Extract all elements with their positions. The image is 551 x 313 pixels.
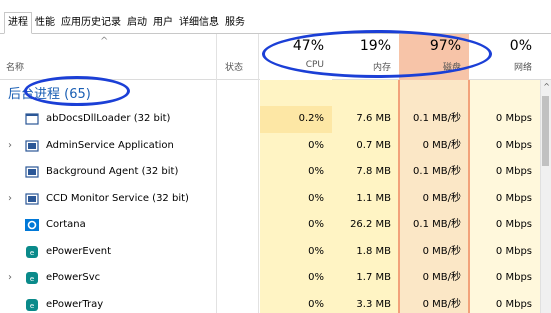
epower-icon: e (26, 245, 38, 258)
tab-processes[interactable]: 进程 (4, 12, 32, 34)
cpu-percent: 47% (292, 38, 324, 54)
tab-bar: 进程 性能 应用历史记录 启动 用户 详细信息 服务 (0, 0, 551, 34)
cpu-value: 0% (308, 245, 324, 257)
cortana-icon (25, 219, 39, 231)
process-row[interactable]: e ePowerTray 0% 3.3 MB 0 MB/秒 0 Mbps (0, 292, 540, 313)
process-row[interactable]: › AdminService Application 0% 0.7 MB 0 MB/秒 0… (0, 133, 540, 160)
net-value: 0 Mbps (495, 298, 532, 310)
mem-value: 7.6 MB (356, 113, 391, 124)
cpu-value: 0% (308, 192, 324, 204)
name-column-header[interactable]: 名称 (6, 60, 24, 73)
net-value: 0 Mbps (495, 113, 532, 124)
epower-icon: e (26, 298, 38, 311)
disk-value: 0.1 MB/秒 (413, 113, 461, 124)
process-list: abDocsDllLoader (32 bit) 0.2% 7.6 MB 0.1 MB… (0, 106, 540, 313)
expand-chevron-icon[interactable]: › (8, 133, 12, 160)
tab-startup[interactable]: 启动 (124, 13, 150, 33)
window-icon (25, 113, 39, 125)
disk-value: 0 MB/秒 (422, 245, 461, 257)
sort-caret-icon: ^ (100, 36, 109, 47)
column-header: ^ 名称 状态 47% CPU 19% 内存 97% 磁盘 0% 网络 (0, 34, 551, 80)
network-label: 网络 (513, 63, 532, 73)
mem-value: 3.3 MB (356, 298, 391, 310)
process-name: AdminService Application (46, 139, 174, 151)
cpu-column-header[interactable]: 47% CPU (260, 34, 332, 80)
mem-value: 0.7 MB (356, 139, 391, 151)
disk-value: 0 MB/秒 (422, 192, 461, 204)
net-value: 0 Mbps (495, 192, 532, 204)
tab-details[interactable]: 详细信息 (176, 13, 222, 33)
process-name: Background Agent (32 bit) (46, 166, 179, 177)
disk-value: 0.1 MB/秒 (413, 166, 461, 177)
process-name: ePowerEvent (46, 245, 112, 257)
status-column-header[interactable]: 状态 (225, 60, 243, 73)
scrollbar-thumb[interactable] (542, 96, 549, 166)
net-value: 0 Mbps (495, 245, 532, 257)
disk-value: 0 MB/秒 (422, 272, 461, 283)
cpu-value: 0% (308, 139, 324, 151)
mem-value: 1.8 MB (356, 245, 391, 257)
app-icon (25, 139, 39, 152)
process-name: Cortana (46, 219, 86, 230)
process-row[interactable]: Background Agent (32 bit) 0% 7.8 MB 0.1 MB/… (0, 159, 540, 186)
process-name: CCD Monitor Service (32 bit) (46, 192, 189, 204)
process-name: ePowerTray (46, 298, 104, 310)
disk-value: 0 MB/秒 (422, 139, 461, 151)
expand-chevron-icon[interactable]: › (8, 186, 12, 213)
expand-chevron-icon[interactable]: › (8, 265, 12, 292)
disk-value: 0.1 MB/秒 (413, 219, 461, 230)
cpu-label: CPU (305, 60, 324, 70)
network-column-header[interactable]: 0% 网络 (469, 34, 540, 80)
scroll-up-icon[interactable]: ^ (543, 82, 550, 91)
disk-label: 磁盘 (442, 63, 461, 73)
process-row[interactable]: abDocsDllLoader (32 bit) 0.2% 7.6 MB 0.1 MB… (0, 106, 540, 133)
memory-label: 内存 (372, 63, 391, 73)
mem-value: 1.1 MB (356, 192, 391, 204)
process-row[interactable]: Cortana 0% 26.2 MB 0.1 MB/秒 0 Mbps (0, 212, 540, 239)
memory-percent: 19% (359, 38, 391, 54)
process-row[interactable]: › e ePowerSvc 0% 1.7 MB 0 MB/秒 0 Mbps (0, 265, 540, 292)
tab-app-history[interactable]: 应用历史记录 (58, 13, 124, 33)
epower-icon: e (26, 272, 38, 284)
mem-value: 1.7 MB (356, 272, 391, 283)
tab-users[interactable]: 用户 (150, 13, 176, 33)
cpu-value: 0.2% (260, 106, 332, 133)
mem-value: 26.2 MB (350, 219, 391, 230)
process-name: ePowerSvc (46, 272, 101, 283)
process-name: abDocsDllLoader (32 bit) (46, 113, 171, 124)
disk-column-header[interactable]: 97% 磁盘 (399, 34, 469, 80)
svg-text:e: e (30, 275, 34, 283)
cpu-value: 0% (308, 272, 324, 283)
net-value: 0 Mbps (495, 272, 532, 283)
cpu-value: 0% (308, 219, 324, 230)
cpu-value: 0% (308, 298, 324, 310)
group-header-background[interactable]: 后台进程 (65) (0, 80, 540, 104)
tab-services[interactable]: 服务 (222, 13, 248, 33)
svg-text:e: e (30, 302, 34, 310)
net-value: 0 Mbps (495, 219, 532, 230)
app-icon (25, 192, 39, 205)
process-row[interactable]: e ePowerEvent 0% 1.8 MB 0 MB/秒 0 Mbps (0, 239, 540, 266)
net-value: 0 Mbps (495, 139, 532, 151)
group-label: 后台进程 (65) (8, 87, 91, 102)
svg-text:e: e (30, 249, 34, 257)
tab-performance[interactable]: 性能 (32, 13, 58, 33)
mem-value: 7.8 MB (356, 166, 391, 177)
net-value: 0 Mbps (495, 166, 532, 177)
memory-column-header[interactable]: 19% 内存 (332, 34, 399, 80)
process-row[interactable]: › CCD Monitor Service (32 bit) 0% 1.1 MB 0 M… (0, 186, 540, 213)
cpu-value: 0% (308, 166, 324, 177)
network-percent: 0% (509, 38, 532, 54)
app-icon (25, 166, 39, 178)
disk-value: 0 MB/秒 (422, 298, 461, 310)
disk-percent: 97% (429, 38, 461, 54)
